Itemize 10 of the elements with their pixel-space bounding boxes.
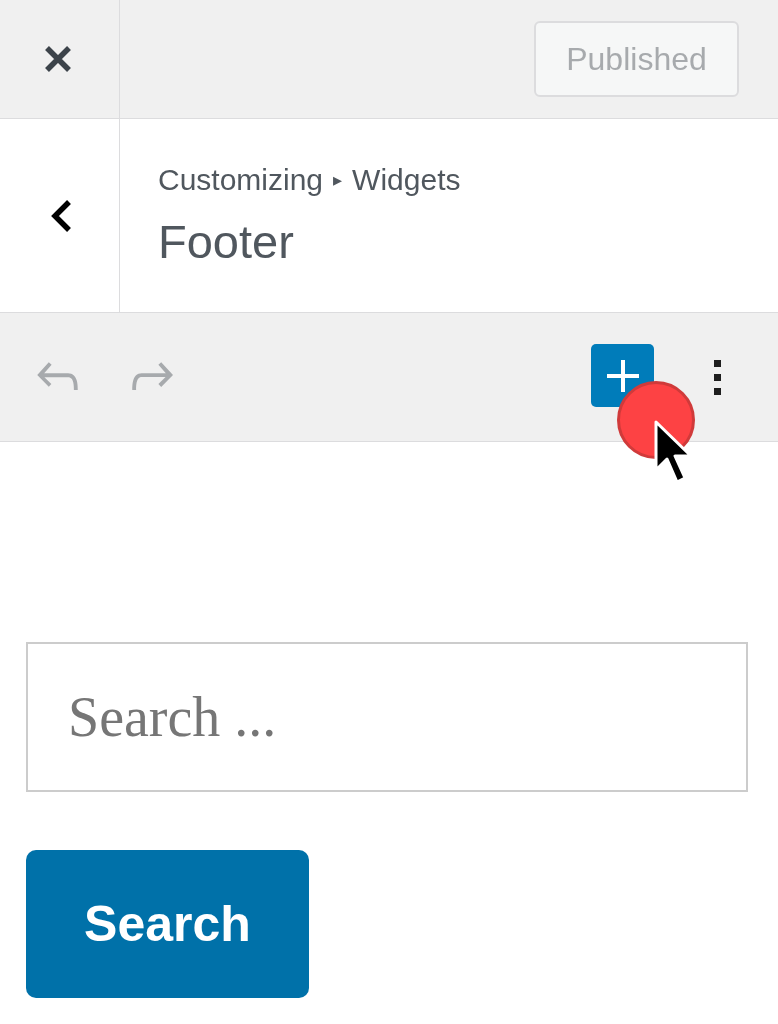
more-options-button[interactable] bbox=[714, 359, 721, 395]
search-button[interactable]: Search bbox=[26, 850, 309, 998]
kebab-menu-icon bbox=[714, 359, 721, 395]
plus-icon bbox=[606, 359, 639, 392]
close-icon bbox=[43, 45, 72, 73]
breadcrumb: Customizing ▸ Widgets bbox=[158, 162, 461, 198]
panel-title: Footer bbox=[158, 214, 295, 270]
search-field[interactable]: Search ... bbox=[26, 642, 748, 792]
redo-icon bbox=[132, 362, 173, 390]
undo-icon bbox=[37, 362, 78, 390]
